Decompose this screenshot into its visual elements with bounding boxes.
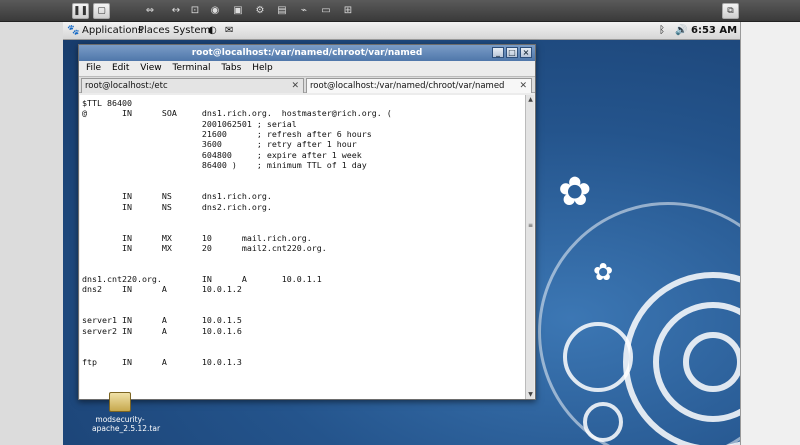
flower-icon: ✿ <box>558 169 592 215</box>
tab-label: root@localhost:/var/named/chroot/var/nam… <box>310 81 505 91</box>
terminal-window: root@localhost:/var/named/chroot/var/nam… <box>78 44 536 400</box>
terminal-line: server1 IN A 10.0.1.5 <box>82 315 242 326</box>
audio-icon[interactable]: ◉ <box>205 4 225 18</box>
clock[interactable]: 6:53 AM <box>691 24 737 38</box>
places-menu[interactable]: Places <box>138 24 170 38</box>
close-icon[interactable]: × <box>520 47 532 58</box>
terminal-line: server2 IN A 10.0.1.6 <box>82 325 242 336</box>
terminal-line: dns1.cnt220.org. IN A 10.0.1.1 <box>82 273 322 284</box>
terminal-line: 86400 ) ; minimum TTL of 1 day <box>82 160 367 171</box>
screenshot-icon[interactable]: ▣ <box>228 4 248 18</box>
terminal-content[interactable]: $TTL 86400 @ IN SOA dns1.rich.org. hostma… <box>80 95 526 399</box>
terminal-line: IN NS dns1.rich.org. <box>82 191 272 202</box>
browser-launcher-icon[interactable]: ◐ <box>208 24 217 38</box>
bluetooth-icon[interactable]: ᛒ <box>659 24 665 38</box>
window-title: root@localhost:/var/named/chroot/var/nam… <box>191 48 423 58</box>
screen-icon[interactable]: ▢ <box>93 3 110 19</box>
menu-tabs[interactable]: Tabs <box>221 63 241 73</box>
host-right-strip <box>740 22 800 445</box>
fit-icon[interactable]: ⇔ <box>140 4 160 18</box>
terminal-line: IN MX 10 mail.rich.org. <box>82 232 312 243</box>
terminal-line: IN NS dns2.rich.org. <box>82 201 272 212</box>
gnome-top-panel: 🐾 Applications Places System ◐ ✉ ᛒ 🔊 6:5… <box>63 22 740 40</box>
terminal-line: 604800 ; expire after 1 week <box>82 149 362 160</box>
drive-icon[interactable]: ▤ <box>272 4 292 18</box>
menu-terminal[interactable]: Terminal <box>172 63 210 73</box>
terminal-line: 21600 ; refresh after 6 hours <box>82 129 372 140</box>
fullscreen-icon[interactable]: ⧉ <box>722 3 739 19</box>
menu-edit[interactable]: Edit <box>112 63 129 73</box>
tab-label: root@localhost:/etc <box>85 81 168 91</box>
desktop-file-icon[interactable]: modsecurity-apache_2.5.12.tar <box>92 392 161 433</box>
scroll-down-icon[interactable]: ▼ <box>526 390 535 399</box>
terminal-menubar: File Edit View Terminal Tabs Help <box>79 61 535 76</box>
applications-menu[interactable]: Applications <box>82 24 143 38</box>
mail-launcher-icon[interactable]: ✉ <box>225 24 233 38</box>
network-icon[interactable]: ⊞ <box>338 4 358 18</box>
terminal-tabs: root@localhost:/etc ✕ root@localhost:/va… <box>79 76 535 93</box>
lock-icon[interactable]: ⊡ <box>185 4 205 18</box>
desktop-file-label: modsecurity-apache_2.5.12.tar <box>92 415 161 433</box>
vm-toolbar: ❚❚ ▢ ⇔ ↔ ⊡ ◉ ▣ ⚙ ▤ ⌁ ▭ ⊞ ⧉ <box>0 0 800 22</box>
arrows-icon[interactable]: ↔ <box>166 4 186 18</box>
terminal-line: 2001062501 ; serial <box>82 118 297 129</box>
pause-icon[interactable]: ❚❚ <box>72 3 89 19</box>
usb-icon[interactable]: ⌁ <box>294 4 314 18</box>
folder-icon[interactable]: ▭ <box>316 4 336 18</box>
terminal-line: IN MX 20 mail2.cnt220.org. <box>82 242 327 253</box>
terminal-line: dns2 IN A 10.0.1.2 <box>82 284 242 295</box>
window-titlebar[interactable]: root@localhost:/var/named/chroot/var/nam… <box>79 45 535 61</box>
foot-icon: 🐾 <box>67 25 80 36</box>
system-menu[interactable]: System <box>173 24 210 38</box>
minimize-icon[interactable]: _ <box>492 47 504 58</box>
guest-desktop: ✿ ✿ 🐾 Applications Places System ◐ ✉ ᛒ 🔊… <box>63 22 740 445</box>
flower-icon: ✿ <box>593 258 614 286</box>
settings-icon[interactable]: ⚙ <box>250 4 270 18</box>
maximize-icon[interactable]: □ <box>506 47 518 58</box>
terminal-line: $TTL 86400 <box>82 98 132 108</box>
terminal-line: ftp IN A 10.0.1.3 <box>82 356 242 367</box>
close-tab-icon[interactable]: ✕ <box>291 79 299 93</box>
tab-named[interactable]: root@localhost:/var/named/chroot/var/nam… <box>306 78 532 93</box>
terminal-line: 3600 ; retry after 1 hour <box>82 139 357 150</box>
menu-help[interactable]: Help <box>252 63 273 73</box>
archive-icon <box>109 392 131 412</box>
volume-icon[interactable]: 🔊 <box>675 24 687 38</box>
host-left-strip <box>0 22 63 445</box>
terminal-line: @ IN SOA dns1.rich.org. hostmaster@rich.… <box>82 108 392 119</box>
scroll-thumb-icon[interactable]: ≡ <box>526 221 535 230</box>
menu-file[interactable]: File <box>86 63 101 73</box>
menu-view[interactable]: View <box>140 63 161 73</box>
scroll-up-icon[interactable]: ▲ <box>526 95 535 104</box>
swirl-decoration <box>538 202 740 445</box>
tab-etc[interactable]: root@localhost:/etc ✕ <box>81 78 304 93</box>
terminal-scrollbar[interactable]: ▲ ≡ ▼ <box>525 95 534 399</box>
close-tab-icon[interactable]: ✕ <box>519 79 527 93</box>
